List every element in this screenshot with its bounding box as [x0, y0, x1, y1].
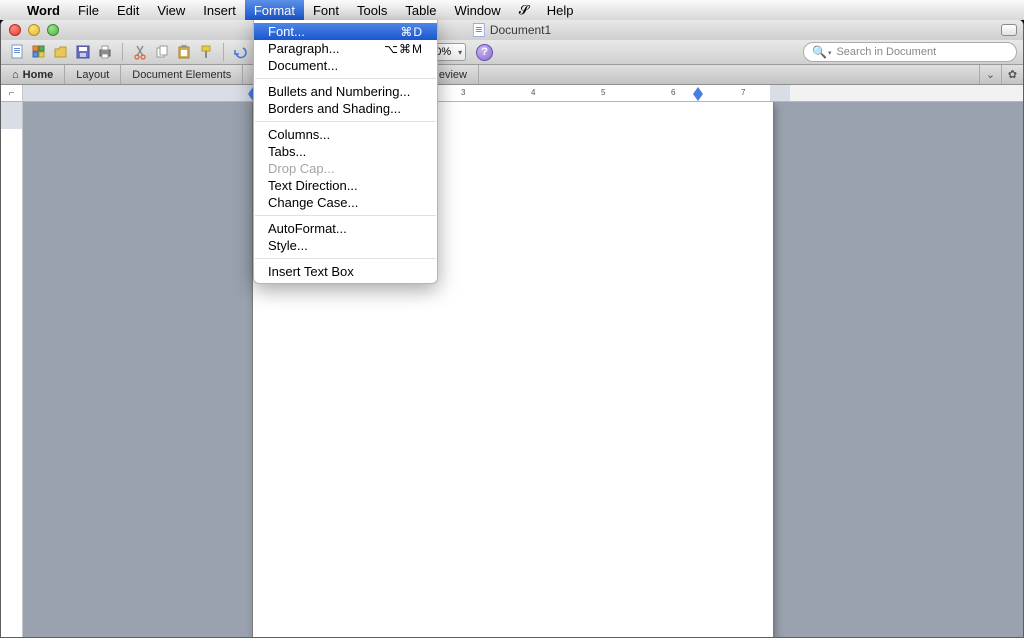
document-icon — [473, 23, 485, 37]
menu-separator — [255, 78, 436, 79]
menu-item-paragraph[interactable]: Paragraph... ⌥⌘M — [254, 40, 437, 57]
menu-item-font[interactable]: Font... ⌘D — [254, 23, 437, 40]
menu-table[interactable]: Table — [396, 0, 445, 20]
document-window: Document1 — [0, 20, 1024, 638]
menu-font[interactable]: Font — [304, 0, 348, 20]
menu-item-shortcut: ⌘D — [400, 25, 423, 39]
tab-selector[interactable]: ⌐ — [1, 85, 23, 101]
menu-separator — [255, 215, 436, 216]
ribbon-settings-button[interactable]: ✿ — [1001, 65, 1023, 84]
menu-item-label: Drop Cap... — [268, 161, 334, 176]
ruler-right-margin — [770, 85, 1023, 101]
vertical-ruler[interactable] — [1, 102, 23, 637]
print-button[interactable] — [95, 43, 115, 61]
menu-item-label: Insert Text Box — [268, 264, 354, 279]
search-in-document-input[interactable]: 🔍 Search in Document — [803, 42, 1017, 62]
menu-item-bullets-and-numbering[interactable]: Bullets and Numbering... — [254, 83, 437, 100]
traffic-lights — [9, 24, 59, 36]
window-title: Document1 — [473, 23, 551, 37]
right-indent-marker-bottom[interactable] — [693, 94, 703, 102]
menu-item-label: Font... — [268, 24, 305, 39]
document-canvas[interactable] — [23, 102, 1023, 637]
menu-format[interactable]: Format — [245, 0, 304, 20]
ribbon-collapse-button[interactable]: ⌄ — [979, 65, 1001, 84]
horizontal-ruler-row: ⌐ 1 2 3 4 5 6 7 — [1, 85, 1023, 102]
tab-home[interactable]: ⌂Home — [1, 65, 65, 84]
undo-button[interactable] — [231, 43, 251, 61]
close-button[interactable] — [9, 24, 21, 36]
menu-item-document[interactable]: Document... — [254, 57, 437, 74]
menu-item-autoformat[interactable]: AutoFormat... — [254, 220, 437, 237]
menu-item-borders-and-shading[interactable]: Borders and Shading... — [254, 100, 437, 117]
menu-item-label: Columns... — [268, 127, 330, 142]
toolbar-toggle-button[interactable] — [1001, 24, 1017, 36]
format-menu-dropdown: Font... ⌘D Paragraph... ⌥⌘M Document... Bulle… — [253, 20, 438, 284]
toolbar-group-file — [7, 43, 115, 61]
ribbon-tabs: ⌂Home Layout Document Elements Tables Ch… — [1, 65, 1023, 85]
open-button[interactable] — [51, 43, 71, 61]
menu-item-tabs[interactable]: Tabs... — [254, 143, 437, 160]
menu-help[interactable]: Help — [538, 0, 583, 20]
ruler-left-margin — [23, 85, 253, 101]
copy-button[interactable] — [152, 43, 172, 61]
toolbar-separator — [122, 43, 123, 61]
menu-item-insert-text-box[interactable]: Insert Text Box — [254, 263, 437, 280]
menu-edit[interactable]: Edit — [108, 0, 148, 20]
titlebar: Document1 — [1, 20, 1023, 40]
toolbar-group-clipboard — [130, 43, 216, 61]
menu-file[interactable]: File — [69, 0, 108, 20]
menu-item-label: Change Case... — [268, 195, 358, 210]
menu-item-columns[interactable]: Columns... — [254, 126, 437, 143]
menu-item-label: AutoFormat... — [268, 221, 347, 236]
app-name[interactable]: Word — [18, 3, 69, 18]
menu-item-drop-cap: Drop Cap... — [254, 160, 437, 177]
new-doc-button[interactable] — [7, 43, 27, 61]
home-icon: ⌂ — [12, 69, 19, 81]
new-from-template-button[interactable] — [29, 43, 49, 61]
horizontal-ruler[interactable]: 1 2 3 4 5 6 7 — [23, 85, 1023, 101]
zoom-button[interactable] — [47, 24, 59, 36]
search-placeholder: Search in Document — [836, 46, 936, 58]
menu-view[interactable]: View — [148, 0, 194, 20]
standard-toolbar: 100% ? 🔍 Search in Document — [1, 40, 1023, 65]
menu-item-label: Bullets and Numbering... — [268, 84, 410, 99]
menu-item-label: Tabs... — [268, 144, 306, 159]
vruler-top-margin — [1, 102, 22, 129]
menu-script-icon[interactable]: 𝓢 — [510, 0, 538, 20]
menu-item-label: Borders and Shading... — [268, 101, 401, 116]
save-button[interactable] — [73, 43, 93, 61]
menu-separator — [255, 121, 436, 122]
menu-insert[interactable]: Insert — [194, 0, 245, 20]
cut-button[interactable] — [130, 43, 150, 61]
menu-item-label: Document... — [268, 58, 338, 73]
workspace — [1, 102, 1023, 637]
tab-layout[interactable]: Layout — [65, 65, 121, 84]
mac-menubar: Word File Edit View Insert Format Font T… — [0, 0, 1024, 20]
menu-item-text-direction[interactable]: Text Direction... — [254, 177, 437, 194]
tab-document-elements[interactable]: Document Elements — [121, 65, 243, 84]
toolbar-separator — [223, 43, 224, 61]
right-indent-marker[interactable] — [693, 86, 703, 94]
menu-window[interactable]: Window — [445, 0, 509, 20]
minimize-button[interactable] — [28, 24, 40, 36]
format-painter-button[interactable] — [196, 43, 216, 61]
menu-tools[interactable]: Tools — [348, 0, 396, 20]
menu-item-label: Paragraph... — [268, 41, 340, 56]
menu-item-label: Style... — [268, 238, 308, 253]
search-icon: 🔍 — [812, 45, 831, 59]
window-title-text: Document1 — [490, 23, 551, 37]
menu-item-label: Text Direction... — [268, 178, 358, 193]
menu-item-style[interactable]: Style... — [254, 237, 437, 254]
paste-button[interactable] — [174, 43, 194, 61]
menu-item-change-case[interactable]: Change Case... — [254, 194, 437, 211]
menu-item-shortcut: ⌥⌘M — [384, 42, 423, 56]
menu-separator — [255, 258, 436, 259]
help-button[interactable]: ? — [476, 44, 493, 61]
